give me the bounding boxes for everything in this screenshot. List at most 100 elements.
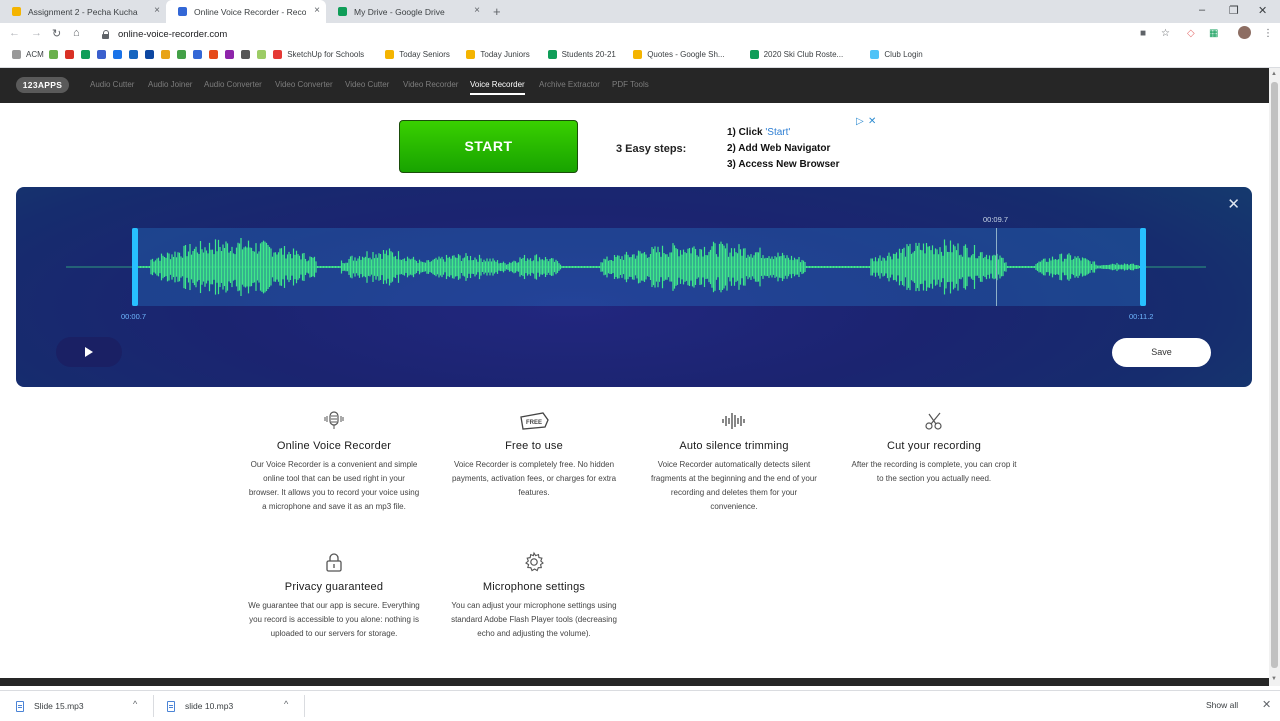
bookmark-item[interactable] [97, 50, 111, 59]
nav-audio-converter[interactable]: Audio Converter [204, 80, 262, 89]
address-bar[interactable]: online-voice-recorder.com [96, 25, 1186, 43]
show-all-downloads-button[interactable]: Show all [1206, 700, 1238, 710]
bookmarks-bar: ACM SketchUp for Schools Today Seniors Toda… [0, 45, 1280, 68]
download-filename: slide 10.mp3 [185, 701, 234, 711]
download-item[interactable]: slide 10.mp3 ^ [167, 691, 301, 721]
bookmark-item[interactable]: ACM [12, 50, 44, 59]
bookmark-item[interactable]: Club Login [870, 50, 923, 59]
feature-microphone-settings: Microphone settings You can adjust your … [448, 551, 620, 641]
bookmark-item[interactable]: SketchUp for Schools [273, 50, 364, 59]
menu-icon[interactable]: ⋮ [1263, 28, 1273, 39]
new-tab-icon[interactable]: + [493, 4, 501, 19]
bookmark-label: Quotes - Google Sh... [647, 50, 725, 59]
url-text: online-voice-recorder.com [118, 28, 228, 40]
nav-video-converter[interactable]: Video Converter [275, 80, 333, 89]
close-tab-icon[interactable]: × [154, 6, 160, 16]
camera-icon[interactable]: ■ [1140, 28, 1146, 39]
nav-pdf-tools[interactable]: PDF Tools [612, 80, 649, 89]
bookmark-favicon-icon [273, 50, 283, 59]
minimize-icon[interactable]: – [1199, 4, 1205, 16]
bookmark-star-icon[interactable]: ☆ [1161, 28, 1170, 39]
ad-close-icon[interactable]: ✕ [868, 116, 876, 127]
bookmark-item[interactable] [145, 50, 159, 59]
close-downloads-icon[interactable]: ✕ [1262, 698, 1271, 711]
profile-avatar[interactable] [1238, 26, 1251, 39]
nav-voice-recorder[interactable]: Voice Recorder [470, 80, 525, 95]
selection-end-handle[interactable] [1140, 228, 1146, 306]
save-button[interactable]: Save [1112, 338, 1211, 367]
bookmark-item[interactable] [161, 50, 175, 59]
scissors-icon [848, 410, 1020, 432]
feature-text: Our Voice Recorder is a convenient and s… [248, 460, 420, 511]
bookmark-item[interactable] [81, 50, 95, 59]
bookmark-item[interactable] [257, 50, 271, 59]
playback-cursor[interactable] [996, 228, 997, 306]
scroll-down-icon[interactable]: ▼ [1271, 676, 1277, 682]
page-scrollbar[interactable]: ▲ ▼ [1269, 68, 1280, 686]
bookmark-item[interactable] [225, 50, 239, 59]
feature-text: After the recording is complete, you can… [851, 460, 1017, 483]
forward-icon[interactable]: → [31, 27, 42, 39]
back-icon[interactable]: ← [9, 27, 20, 39]
nav-video-cutter[interactable]: Video Cutter [345, 80, 389, 89]
bookmark-favicon-icon [633, 50, 643, 59]
nav-video-recorder[interactable]: Video Recorder [403, 80, 458, 89]
close-tab-icon[interactable]: × [314, 6, 320, 16]
site-logo[interactable]: 123APPS [16, 77, 69, 93]
adchoices-icon[interactable]: ▷ [856, 116, 864, 127]
browser-tab[interactable]: Assignment 2 - Pecha Kucha - Go × [0, 0, 166, 23]
feature-title: Online Voice Recorder [276, 440, 392, 452]
play-button[interactable] [56, 337, 122, 367]
selection-start-handle[interactable] [132, 228, 138, 306]
reload-icon[interactable]: ↻ [52, 27, 61, 40]
feature-privacy-guaranteed: Privacy guaranteed We guarantee that our… [248, 551, 420, 641]
bookmark-item[interactable]: Today Seniors [385, 50, 450, 59]
cursor-time: 00:09.7 [983, 215, 1009, 224]
audio-waveform[interactable] [16, 187, 1252, 387]
bookmark-item[interactable] [129, 50, 143, 59]
sheets-extension-icon[interactable]: ▦ [1209, 28, 1218, 39]
recorder-close-icon[interactable]: ✕ [1227, 197, 1240, 212]
feature-text: We guarantee that our app is secure. Eve… [248, 601, 420, 638]
ad-start-button[interactable]: START [399, 120, 578, 173]
bookmark-favicon-icon [97, 50, 107, 59]
feature-title: Cut your recording [886, 440, 982, 452]
feature-title: Free to use [505, 440, 563, 452]
bookmark-item[interactable]: 2020 Ski Club Roste... [749, 50, 843, 59]
nav-archive-extractor[interactable]: Archive Extractor [539, 80, 600, 89]
chevron-up-icon[interactable]: ^ [284, 699, 288, 709]
chevron-up-icon[interactable]: ^ [133, 699, 137, 709]
bookmark-label: Students 20-21 [561, 50, 616, 59]
browser-tab-active[interactable]: Online Voice Recorder - Record V × [166, 0, 326, 23]
bookmark-item[interactable] [209, 50, 223, 59]
scroll-up-icon[interactable]: ▲ [1271, 71, 1277, 77]
nav-audio-joiner[interactable]: Audio Joiner [148, 80, 192, 89]
close-tab-icon[interactable]: × [474, 6, 480, 16]
feature-text: Voice Recorder automatically detects sil… [651, 460, 817, 511]
scrollbar-thumb[interactable] [1271, 82, 1278, 668]
bookmark-favicon-icon [466, 50, 476, 59]
browser-tab[interactable]: My Drive - Google Drive × [326, 0, 486, 23]
bookmark-item[interactable] [65, 50, 79, 59]
gear-icon [448, 551, 620, 573]
window-close-icon[interactable]: ✕ [1258, 4, 1267, 17]
restore-icon[interactable]: ❐ [1229, 4, 1239, 17]
nav-audio-cutter[interactable]: Audio Cutter [90, 80, 134, 89]
bookmark-item[interactable]: Quotes - Google Sh... [633, 50, 725, 59]
bookmark-item[interactable] [49, 50, 63, 59]
ad-steps-label: 3 Easy steps: [616, 143, 687, 155]
bookmark-item[interactable]: Today Juniors [466, 50, 530, 59]
extension-icon[interactable]: ◇ [1187, 28, 1195, 39]
bookmark-favicon-icon [547, 50, 557, 59]
svg-text:FREE: FREE [526, 420, 542, 426]
bookmark-item[interactable] [113, 50, 127, 59]
bookmark-favicon-icon [385, 50, 395, 59]
bookmark-item[interactable] [177, 50, 191, 59]
drive-favicon-icon [338, 7, 347, 16]
bookmark-item[interactable] [193, 50, 207, 59]
feature-title: Privacy guaranteed [284, 581, 384, 593]
bookmark-item[interactable]: Students 20-21 [547, 50, 616, 59]
bookmark-item[interactable] [241, 50, 255, 59]
download-item[interactable]: Slide 15.mp3 ^ [16, 691, 150, 721]
home-icon[interactable]: ⌂ [73, 27, 80, 39]
